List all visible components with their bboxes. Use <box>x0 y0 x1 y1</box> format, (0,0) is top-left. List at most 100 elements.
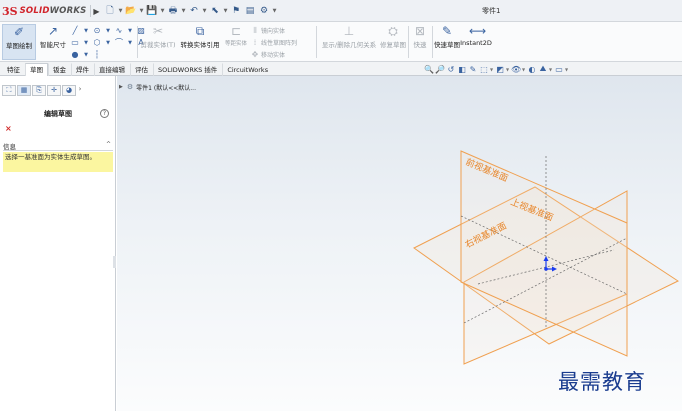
mirror-entities-button[interactable]: ⫴ 镜向实体 <box>250 25 285 36</box>
chevron-down-icon[interactable]: ▼ <box>81 28 91 34</box>
display-relations-button[interactable]: ⊥ 显示/删除几何关系 <box>320 24 378 60</box>
display-style-icon[interactable]: ◩ <box>495 65 505 74</box>
rapid-sketch-button[interactable]: ✎ 快速草图 <box>434 24 460 60</box>
rectangle-icon[interactable]: ▭ <box>70 38 80 47</box>
undo-icon[interactable]: ↶ <box>188 5 200 17</box>
chevron-down-icon[interactable]: ▼ <box>125 40 135 46</box>
chevron-down-icon[interactable]: ▼ <box>103 28 113 34</box>
tab-sheet-metal[interactable]: 钣金 <box>48 63 71 76</box>
smart-dimension-button[interactable]: ↗ 智能尺寸 <box>38 24 68 60</box>
chevron-down-icon[interactable]: ▼ <box>139 8 144 14</box>
feature-manager-icon[interactable]: ⛶ <box>2 85 16 96</box>
view-settings-icon[interactable]: ▭ <box>554 65 564 74</box>
move-icon: ✥ <box>251 50 259 59</box>
configuration-manager-icon[interactable]: ⎘ <box>32 85 46 96</box>
document-title: 零件1 <box>482 7 501 15</box>
tab-sketch[interactable]: 草图 <box>25 63 48 76</box>
chevron-down-icon[interactable]: ▼ <box>81 52 91 58</box>
circle-icon[interactable]: ⊙ <box>92 26 102 35</box>
chevron-down-icon[interactable]: ▼ <box>490 67 494 72</box>
smart-dimension-icon: ↗ <box>47 24 59 38</box>
repair-sketch-button[interactable]: ⛭ 修复草图 <box>380 24 406 60</box>
chevron-down-icon[interactable]: ▼ <box>506 67 510 72</box>
options-gear-icon[interactable]: ⚙ <box>258 5 270 17</box>
manager-tabs: ⛶ ▦ ⎘ ✛ ◕ › <box>2 85 83 96</box>
convert-entities-icon: ⧉ <box>195 24 205 38</box>
hide-show-items-icon[interactable]: 👁 <box>511 65 521 74</box>
separator <box>137 26 138 58</box>
view-orientation-icon[interactable]: ⬚ <box>479 65 489 74</box>
separator <box>408 26 409 58</box>
zoom-area-icon[interactable]: 🔎 <box>435 65 445 74</box>
help-icon[interactable]: ? <box>100 109 109 118</box>
ds-logo-mark: 3S <box>2 4 18 18</box>
linear-pattern-button[interactable]: ⁞ 线性草图阵列 <box>250 37 297 48</box>
chevron-down-icon[interactable]: ▼ <box>181 8 186 14</box>
offset-entities-button[interactable]: ⊏ 等距实体 <box>224 24 248 60</box>
fillet-icon[interactable]: ⌒ <box>114 37 124 48</box>
chevron-down-icon[interactable]: ▼ <box>272 8 277 14</box>
previous-view-icon[interactable]: ↺ <box>446 65 456 74</box>
spline-icon[interactable]: ∿ <box>114 26 124 35</box>
property-manager-icon[interactable]: ▦ <box>17 85 31 96</box>
new-document-icon[interactable]: 🗋 <box>104 5 116 17</box>
solidworks-logo[interactable]: 3S SOLIDWORKS <box>2 3 90 19</box>
chevron-down-icon[interactable]: ▼ <box>118 8 123 14</box>
more-tabs-arrow-icon[interactable]: › <box>77 85 83 96</box>
tab-list: 特征 草图 钣金 焊件 直接编辑 评估 SOLIDWORKS 插件 Circui… <box>2 63 273 76</box>
select-icon[interactable]: ⬉ <box>209 5 221 17</box>
rapid-sketch-icon: ✎ <box>441 24 453 38</box>
edit-appearance-icon[interactable]: ◐ <box>527 65 537 74</box>
zoom-to-fit-icon[interactable]: 🔍 <box>424 65 434 74</box>
tab-direct-editing[interactable]: 直接编辑 <box>94 63 130 76</box>
tab-solidworks-addins[interactable]: SOLIDWORKS 插件 <box>153 63 222 76</box>
message-group-header[interactable]: 信息 ^ <box>3 141 113 151</box>
line-icon[interactable]: ╱ <box>70 26 80 35</box>
sketch-button[interactable]: ✐ 草图绘制 <box>2 24 36 60</box>
chevron-down-icon[interactable]: ▼ <box>565 67 569 72</box>
display-manager-icon[interactable]: ◕ <box>62 85 76 96</box>
dynamic-annotation-icon[interactable]: ✎ <box>468 65 478 74</box>
sketch-entities-row-2: ▭ ▼ ⬡ ▼ ⌒ ▼ A <box>70 37 147 48</box>
polygon-icon[interactable]: ⬡ <box>92 38 102 47</box>
centerline-icon[interactable]: ┆ <box>92 50 102 59</box>
chevron-down-icon[interactable]: ▼ <box>522 67 526 72</box>
tab-circuitworks[interactable]: CircuitWorks <box>222 63 273 76</box>
convert-entities-button[interactable]: ⧉ 转换实体引用 <box>178 24 222 60</box>
cancel-close-icon[interactable]: × <box>5 124 12 133</box>
tab-weldments[interactable]: 焊件 <box>71 63 94 76</box>
open-icon[interactable]: 📂 <box>125 5 137 17</box>
chevron-down-icon[interactable]: ▼ <box>202 8 207 14</box>
chevron-down-icon[interactable]: ▼ <box>103 40 113 46</box>
instant2d-icon: ⟷ <box>469 24 487 38</box>
section-view-icon[interactable]: ◧ <box>457 65 467 74</box>
offset-icon: ⊏ <box>230 24 242 38</box>
instant2d-button[interactable]: ⟷ Instant2D <box>460 24 492 60</box>
graphics-area[interactable]: ▶ ⚙ 零件1 (默认<<默认... 前视基准面 上视基准面 右视基准面 最需教… <box>117 76 682 411</box>
scene-icon[interactable]: ⛰ <box>538 64 548 74</box>
chevron-down-icon[interactable]: ▼ <box>160 8 165 14</box>
chevron-down-icon[interactable]: ▼ <box>81 40 91 46</box>
pane-resize-grip[interactable] <box>113 256 116 268</box>
chevron-down-icon[interactable]: ▼ <box>125 28 135 34</box>
chevron-down-icon[interactable]: ▼ <box>549 67 553 72</box>
sketch-entities-row-1: ╱ ▼ ⊙ ▼ ∿ ▼ ▨ <box>70 25 147 36</box>
dimxpert-icon[interactable]: ✛ <box>47 85 61 96</box>
menu-expand-arrow-icon[interactable]: ▶ <box>90 5 100 17</box>
command-manager: ✐ 草图绘制 ↗ 智能尺寸 ╱ ▼ ⊙ ▼ ∿ ▼ ▨ ▭ ▼ ⬡ ▼ ⌒ ▼ A ● ▼ ┆… <box>0 22 682 62</box>
quick-snaps-icon: ⊠ <box>414 24 426 38</box>
point-icon[interactable]: ● <box>70 50 80 59</box>
rebuild-icon[interactable]: ⚑ <box>230 5 242 17</box>
sketch-entities-row-3: ● ▼ ┆ <box>70 49 103 60</box>
quick-snaps-button[interactable]: ⊠ 快速 <box>410 24 430 60</box>
separator <box>432 26 433 58</box>
print-icon[interactable]: 🖶 <box>167 5 179 17</box>
collapse-chevron-icon[interactable]: ^ <box>106 141 111 148</box>
tab-evaluate[interactable]: 评估 <box>130 63 153 76</box>
chevron-down-icon[interactable]: ▼ <box>223 8 228 14</box>
tab-features[interactable]: 特征 <box>2 63 25 76</box>
trim-entities-button[interactable]: ✂ 剪裁实体(T) <box>140 24 176 60</box>
move-entities-button[interactable]: ✥ 移动实体 <box>250 49 285 60</box>
file-properties-icon[interactable]: ▤ <box>244 5 256 17</box>
save-icon[interactable]: 💾 <box>146 5 158 17</box>
